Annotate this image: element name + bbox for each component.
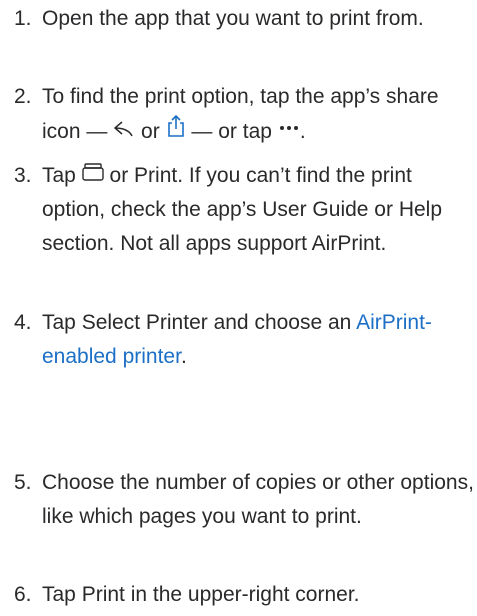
more-ellipsis-icon bbox=[278, 124, 300, 138]
step-4: 4. Tap Select Printer and choose an AirP… bbox=[14, 306, 474, 374]
share-upload-icon bbox=[166, 114, 186, 138]
step-text: To find the print option, tap the app’s … bbox=[40, 80, 474, 149]
step-5: 5. Choose the number of copies or other … bbox=[14, 466, 474, 534]
step-text-part: Tap Select Printer and choose an bbox=[42, 311, 352, 334]
step-text: Tap Print in the upper-right corner. bbox=[42, 583, 360, 606]
step-text-part: . bbox=[299, 120, 306, 143]
step-text-part: — or tap bbox=[191, 120, 272, 143]
step-text: Choose the number of copies or other opt… bbox=[42, 471, 474, 528]
step-text: Open the app that you want to print from… bbox=[42, 7, 424, 30]
step-1: 1. Open the app that you want to print f… bbox=[14, 2, 474, 36]
step-3: 3. Tap or Print. If you can’t find the p… bbox=[14, 159, 474, 261]
step-6: 6. Tap Print in the upper-right corner. bbox=[14, 578, 474, 612]
step-text: Tap Select Printer and choose an AirPrin… bbox=[40, 306, 474, 374]
step-number: 6. bbox=[14, 583, 32, 606]
step-text-part: Tap bbox=[42, 164, 76, 187]
step-number: 2. bbox=[14, 85, 32, 108]
share-reply-icon bbox=[113, 120, 135, 138]
step-text-part: or bbox=[141, 120, 160, 143]
step-number: 4. bbox=[14, 311, 32, 334]
step-text: Tap or Print. If you can’t find the prin… bbox=[40, 159, 474, 261]
step-number: 5. bbox=[14, 471, 32, 494]
step-text-part: . bbox=[180, 345, 187, 368]
step-number: 3. bbox=[14, 164, 32, 187]
print-tray-icon bbox=[82, 162, 104, 182]
step-2: 2. To find the print option, tap the app… bbox=[14, 80, 474, 149]
step-number: 1. bbox=[14, 7, 32, 30]
